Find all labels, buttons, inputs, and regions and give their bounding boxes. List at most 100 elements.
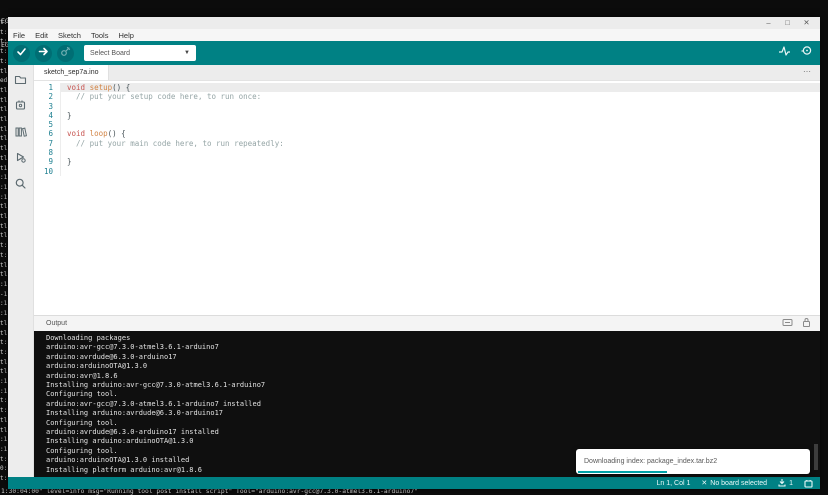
code-line[interactable]: 8 — [34, 148, 820, 157]
code-line[interactable]: 7 // put your main code here, to run rep… — [34, 139, 820, 148]
terminal-fragment: t: — [0, 396, 8, 406]
code-line[interactable]: 5 — [34, 120, 820, 129]
boards-icon[interactable] — [14, 98, 28, 112]
terminal-fragment: t: — [0, 338, 8, 348]
terminal-fragment: tl — [0, 212, 8, 222]
line-number: 9 — [34, 157, 60, 166]
terminal-fragment: :1 — [0, 435, 8, 445]
board-status[interactable]: ✕ No board selected — [701, 479, 767, 487]
output-panel-header: Output — [34, 315, 820, 331]
terminal-fragment: t: — [0, 28, 8, 38]
output-tab[interactable]: Output — [46, 320, 67, 327]
menu-sketch[interactable]: Sketch — [58, 31, 81, 40]
code-text: // put your main code here, to run repea… — [60, 139, 820, 148]
terminal-fragment: tl — [0, 67, 8, 77]
code-editor[interactable]: 1void setup() {2 // put your setup code … — [34, 81, 820, 315]
terminal-fragment: :1 — [0, 309, 8, 319]
arduino-ide-window: – □ ✕ File Edit Sketch Tools Help Select Boa… — [8, 17, 820, 489]
code-line[interactable]: 2 // put your setup code here, to run on… — [34, 92, 820, 101]
terminal-fragment: tl — [0, 270, 8, 280]
terminal-fragment: :1 — [0, 183, 8, 193]
menu-file[interactable]: File — [13, 31, 25, 40]
line-number: 5 — [34, 120, 60, 129]
terminal-fragment: tl — [0, 319, 8, 329]
debug-button[interactable] — [57, 45, 74, 62]
code-text: void setup() { — [60, 83, 820, 92]
upload-button[interactable] — [35, 45, 52, 62]
code-line[interactable]: 10 — [34, 167, 820, 176]
console-scrollbar[interactable] — [814, 444, 818, 470]
terminal-fragment: t: — [0, 455, 8, 465]
debug-icon[interactable] — [14, 150, 28, 164]
notification-toast[interactable]: Downloading index: package_index.tar.bz2 — [576, 449, 810, 474]
console-line: Configuring tool. — [46, 419, 820, 428]
tab-sketch[interactable]: sketch_sep7a.ino — [34, 65, 109, 80]
clear-output-icon[interactable] — [782, 318, 793, 329]
console-line: arduino:avr-gcc@7.3.0-atmel3.6.1-arduino… — [46, 343, 820, 352]
notifications-icon[interactable] — [804, 479, 813, 488]
menu-edit[interactable]: Edit — [35, 31, 48, 40]
terminal-fragment: -1 — [0, 290, 8, 300]
line-number: 2 — [34, 92, 60, 101]
terminal-fragment: tl — [0, 144, 8, 154]
code-line[interactable]: 9} — [34, 157, 820, 166]
menu-tools[interactable]: Tools — [91, 31, 109, 40]
terminal-fragment: :1 — [0, 387, 8, 397]
window-controls: – □ ✕ — [759, 17, 820, 29]
scroll-lock-icon[interactable] — [802, 317, 811, 330]
code-text: // put your setup code here, to run once… — [60, 92, 820, 101]
status-bar: Ln 1, Col 1 ✕ No board selected 1 — [8, 477, 820, 489]
console-line: Installing arduino:avr-gcc@7.3.0-atmel3.… — [46, 381, 820, 390]
terminal-fragment: :1 — [0, 299, 8, 309]
code-line[interactable]: 6void loop() { — [34, 129, 820, 138]
close-icon: ✕ — [701, 479, 707, 487]
code-line[interactable]: 4} — [34, 111, 820, 120]
title-bar: – □ ✕ — [8, 17, 820, 29]
terminal-fragment: tl — [0, 105, 8, 115]
cursor-position[interactable]: Ln 1, Col 1 — [657, 480, 691, 487]
minimize-button[interactable]: – — [759, 17, 778, 29]
board-status-label: No board selected — [710, 480, 767, 487]
console-line: Downloading packages — [46, 334, 820, 343]
terminal-fragment: t: — [0, 348, 8, 358]
terminal-fragment: ed — [0, 76, 8, 86]
maximize-button[interactable]: □ — [778, 17, 797, 29]
code-text — [60, 148, 820, 157]
line-number: 6 — [34, 129, 60, 138]
terminal-fragment: t: — [0, 406, 8, 416]
terminal-fragment: tl — [0, 261, 8, 271]
update-count: 1 — [789, 480, 793, 487]
serial-monitor-icon[interactable] — [800, 44, 813, 62]
folder-icon[interactable] — [14, 72, 28, 86]
terminal-fragment: t: — [0, 37, 8, 47]
search-icon[interactable] — [14, 176, 28, 190]
terminal-fragment: :1 — [0, 173, 8, 183]
line-number: 4 — [34, 111, 60, 120]
debug-probe-icon — [60, 44, 71, 62]
terminal-fragment: :1 — [0, 280, 8, 290]
console-line: arduino:arduinoOTA@1.3.0 — [46, 362, 820, 371]
serial-plotter-icon[interactable] — [778, 44, 791, 62]
close-button[interactable]: ✕ — [797, 17, 816, 29]
toast-progress-bar — [578, 471, 667, 473]
console-line: arduino:avr@1.8.6 — [46, 372, 820, 381]
more-actions-icon[interactable]: ⋯ — [803, 67, 812, 76]
terminal-fragment: tl — [0, 358, 8, 368]
terminal-fragment: tl — [0, 367, 8, 377]
updates-indicator[interactable]: 1 — [778, 478, 793, 489]
code-line[interactable]: 1void setup() { — [34, 83, 820, 92]
verify-button[interactable] — [13, 45, 30, 62]
chevron-down-icon: ▼ — [184, 50, 190, 56]
terminal-fragment: t1 — [0, 164, 8, 174]
console-line: arduino:avrdude@6.3.0-arduino17 installe… — [46, 428, 820, 437]
editor-tab-bar: sketch_sep7a.ino ⋯ — [34, 65, 820, 81]
line-number: 1 — [34, 83, 60, 92]
board-selector-dropdown[interactable]: Select Board ▼ — [84, 45, 196, 61]
code-line[interactable]: 3 — [34, 102, 820, 111]
library-icon[interactable] — [14, 124, 28, 138]
terminal-fragment: tl — [0, 202, 8, 212]
terminal-fragment: tl — [0, 96, 8, 106]
terminal-fragment: tl — [0, 231, 8, 241]
toast-message: Downloading index: package_index.tar.bz2 — [584, 458, 717, 465]
menu-help[interactable]: Help — [118, 31, 133, 40]
